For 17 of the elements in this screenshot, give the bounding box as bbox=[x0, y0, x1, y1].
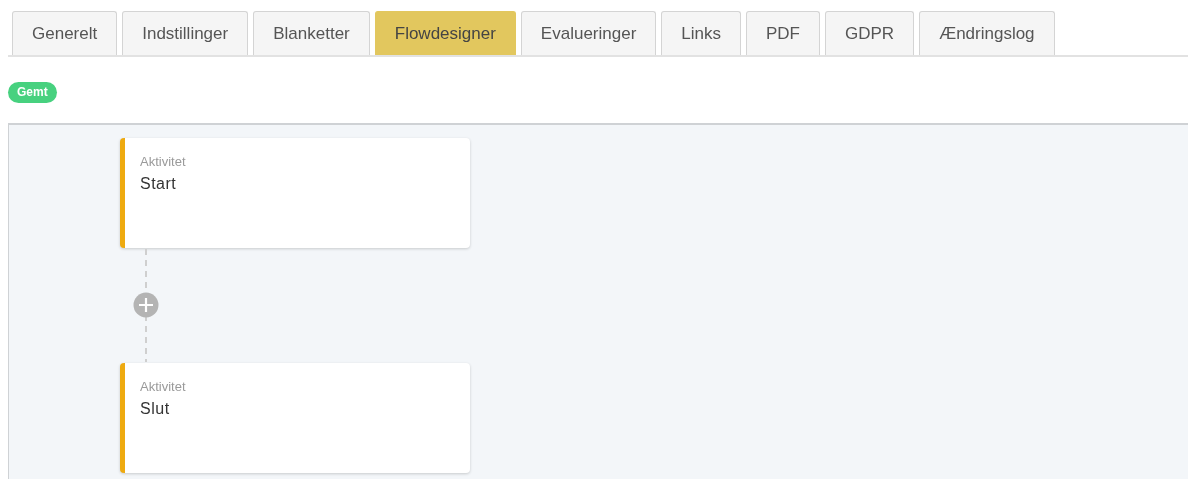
tab[interactable]: Evalueringer bbox=[520, 11, 657, 55]
activity-name: Slut bbox=[140, 400, 170, 418]
tab[interactable]: Flowdesigner bbox=[374, 11, 516, 55]
tab[interactable]: Indstillinger bbox=[122, 11, 249, 55]
activity-name: Start bbox=[140, 175, 177, 193]
tab[interactable]: Links bbox=[661, 11, 741, 55]
saved-badge: Gemt bbox=[8, 82, 57, 103]
tab[interactable]: Ændringslog bbox=[919, 11, 1055, 55]
tab[interactable]: Blanketter bbox=[253, 11, 370, 55]
add-step-icon[interactable] bbox=[133, 292, 159, 318]
tab[interactable]: GDPR bbox=[825, 11, 915, 55]
activity-card[interactable]: Aktivitet Slut bbox=[120, 363, 470, 473]
activity-card[interactable]: Aktivitet Start bbox=[120, 138, 470, 248]
tab[interactable]: PDF bbox=[746, 11, 820, 55]
activity-type: Aktivitet bbox=[140, 154, 186, 169]
tab[interactable]: Generelt bbox=[12, 11, 118, 55]
activity-type: Aktivitet bbox=[140, 379, 186, 394]
